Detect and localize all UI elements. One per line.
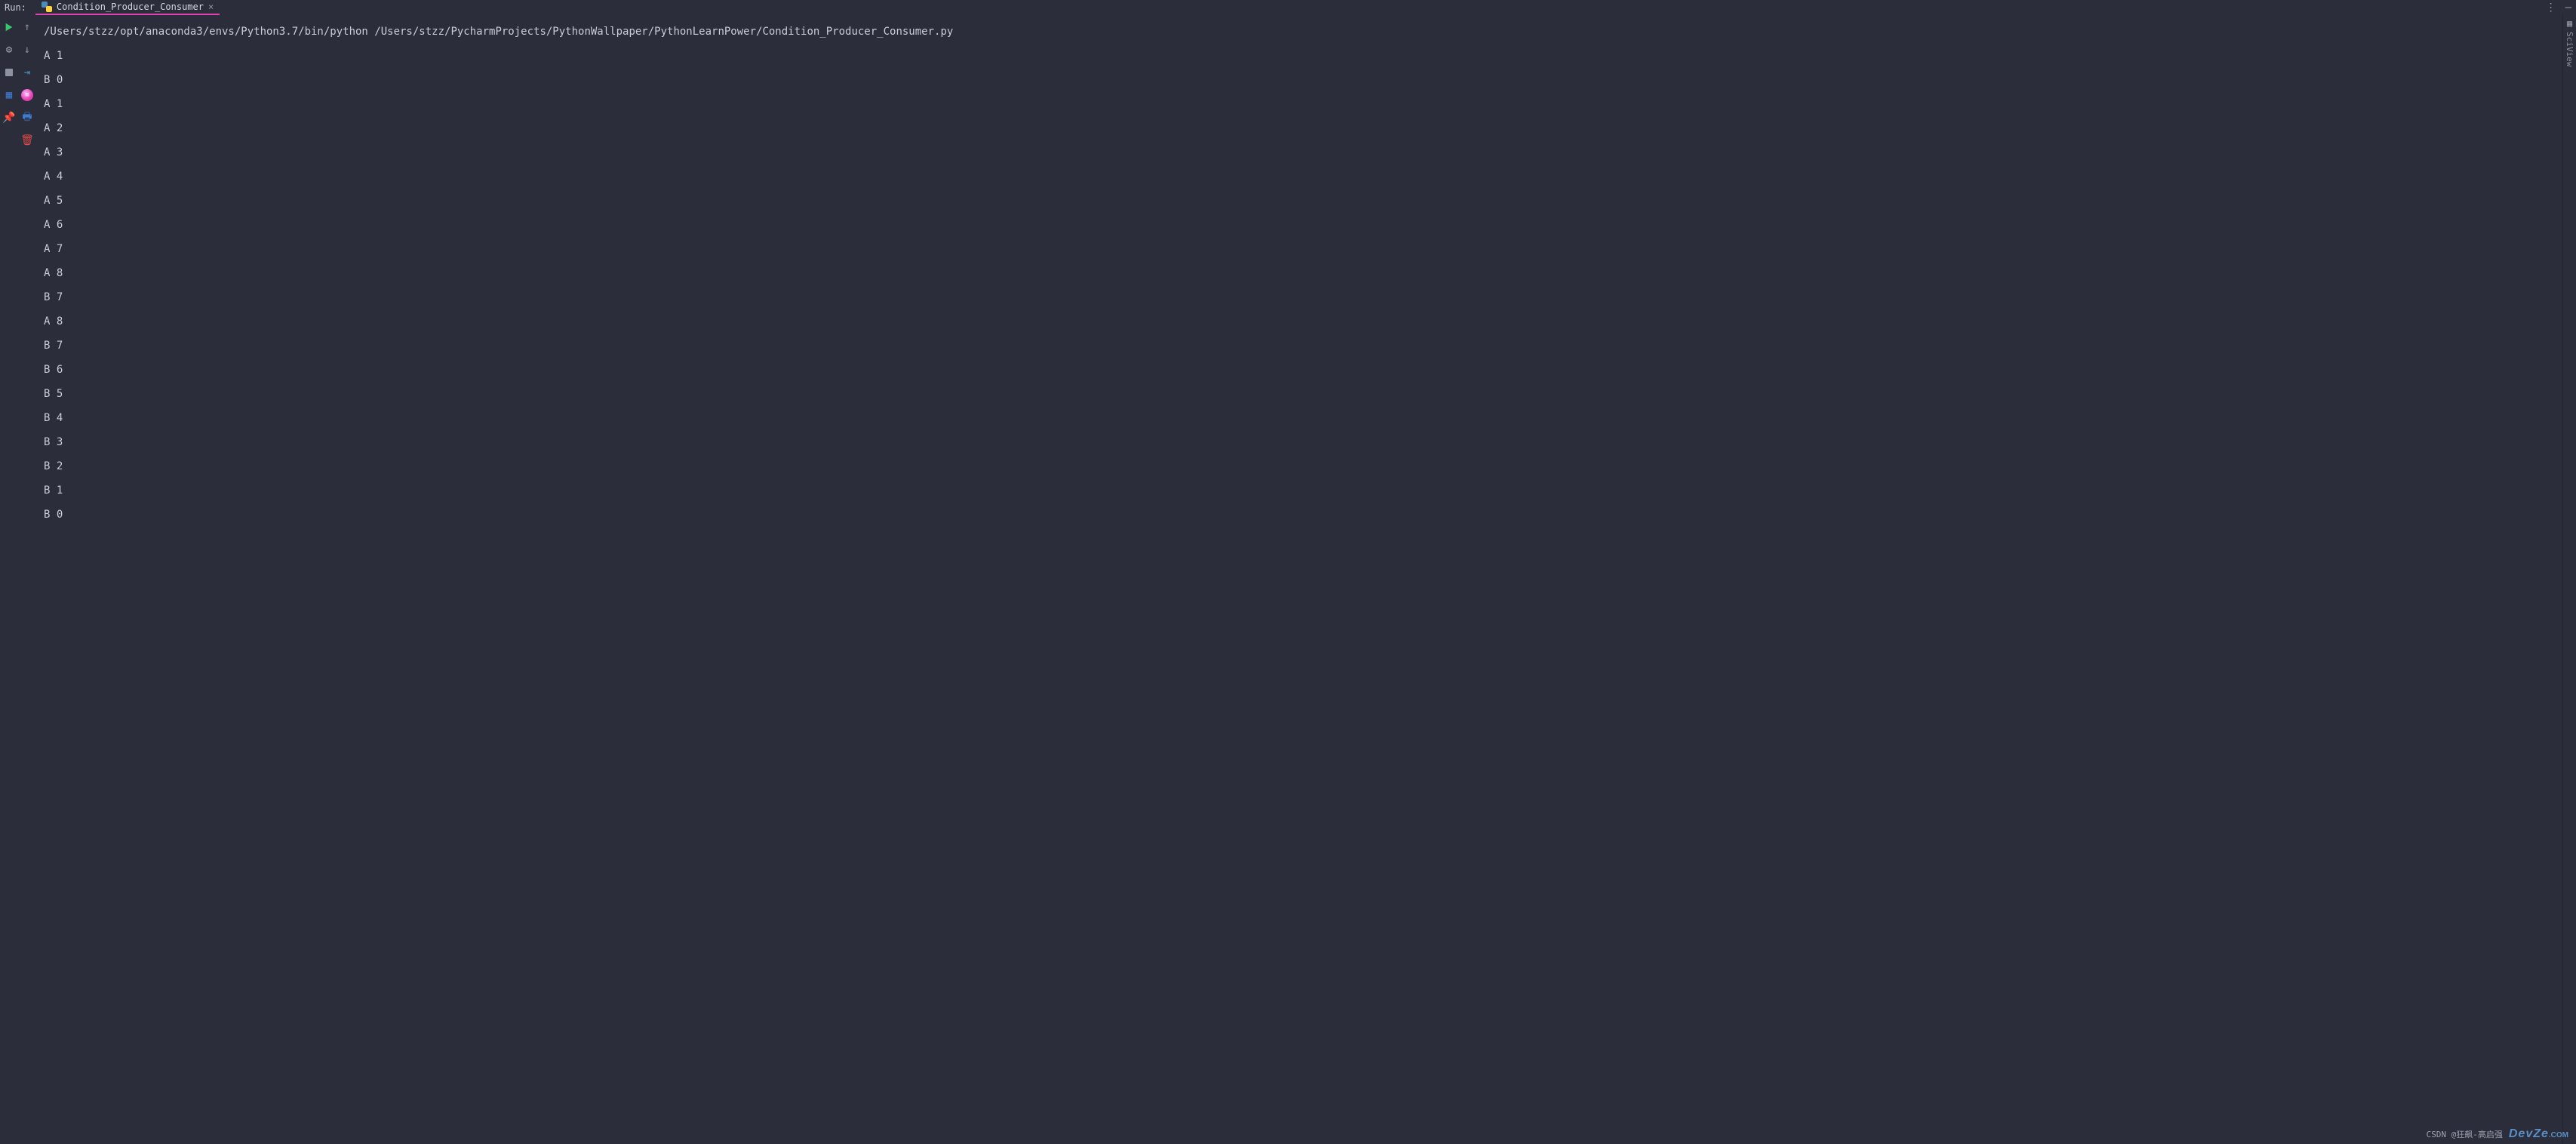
settings-icon[interactable]: ⚙ bbox=[3, 44, 15, 56]
console-output-line: A 3 bbox=[44, 140, 2556, 165]
arrow-up-icon[interactable]: ↑ bbox=[21, 21, 33, 33]
run-label: Run: bbox=[5, 2, 35, 13]
console-output-line: B 0 bbox=[44, 68, 2556, 92]
stop-icon[interactable] bbox=[3, 66, 15, 78]
minimize-icon[interactable]: — bbox=[2565, 2, 2571, 14]
watermark-credit: CSDN @狂飙-高启强 bbox=[2427, 1128, 2503, 1140]
console-output-line: B 2 bbox=[44, 454, 2556, 478]
console-output-line: A 5 bbox=[44, 189, 2556, 213]
layout-icon[interactable]: ▦ bbox=[3, 89, 15, 101]
console-output-line: A 6 bbox=[44, 213, 2556, 237]
console-output-line: B 1 bbox=[44, 478, 2556, 503]
python-file-icon bbox=[41, 2, 52, 12]
console-output-line: A 8 bbox=[44, 261, 2556, 285]
console-output-line: B 4 bbox=[44, 406, 2556, 430]
console-output-line: A 8 bbox=[44, 309, 2556, 334]
console-output-line: A 1 bbox=[44, 92, 2556, 116]
console-output-line: A 4 bbox=[44, 165, 2556, 189]
console-output-line: B 6 bbox=[44, 358, 2556, 382]
pin-icon[interactable]: 📌 bbox=[3, 112, 15, 124]
console-output-line: B 7 bbox=[44, 285, 2556, 309]
console-output[interactable]: /Users/stzz/opt/anaconda3/envs/Python3.7… bbox=[36, 15, 2562, 1144]
sciview-tab[interactable]: SciView bbox=[2565, 32, 2574, 66]
print-icon[interactable]: 🖶 bbox=[21, 112, 33, 124]
run-tool-window-header: Run: Condition_Producer_Consumer × ⋮ — bbox=[0, 0, 2576, 15]
run-tab-title: Condition_Producer_Consumer bbox=[57, 2, 204, 12]
console-output-line: A 1 bbox=[44, 44, 2556, 68]
arrow-down-icon[interactable]: ↓ bbox=[21, 44, 33, 56]
close-tab-icon[interactable]: × bbox=[208, 2, 214, 12]
table-icon[interactable]: ▦ bbox=[2567, 18, 2572, 29]
run-tab[interactable]: Condition_Producer_Consumer × bbox=[35, 0, 220, 15]
console-command-line: /Users/stzz/opt/anaconda3/envs/Python3.7… bbox=[44, 20, 2556, 44]
run-toolbar-secondary: ↑ ↓ ⇥ ≡ 🖶 🗑 bbox=[18, 15, 36, 1144]
clear-all-icon[interactable]: 🗑 bbox=[21, 134, 33, 146]
run-toolbar-primary: ⚙ ▦ 📌 bbox=[0, 15, 18, 1144]
console-output-line: B 3 bbox=[44, 430, 2556, 454]
console-output-line: A 7 bbox=[44, 237, 2556, 261]
watermark-brand: DevZe.COM bbox=[2509, 1127, 2568, 1141]
right-sidebar: ▦ SciView bbox=[2562, 15, 2576, 1144]
scroll-to-end-icon[interactable]: ≡ bbox=[21, 89, 33, 101]
console-output-line: B 5 bbox=[44, 382, 2556, 406]
console-output-line: A 2 bbox=[44, 116, 2556, 140]
console-output-line: B 7 bbox=[44, 334, 2556, 358]
watermark: CSDN @狂飙-高启强 DevZe.COM bbox=[2427, 1127, 2569, 1141]
console-output-line: B 0 bbox=[44, 503, 2556, 527]
run-icon[interactable] bbox=[3, 21, 15, 33]
more-actions-icon[interactable]: ⋮ bbox=[2546, 2, 2556, 14]
soft-wrap-icon[interactable]: ⇥ bbox=[21, 66, 33, 78]
